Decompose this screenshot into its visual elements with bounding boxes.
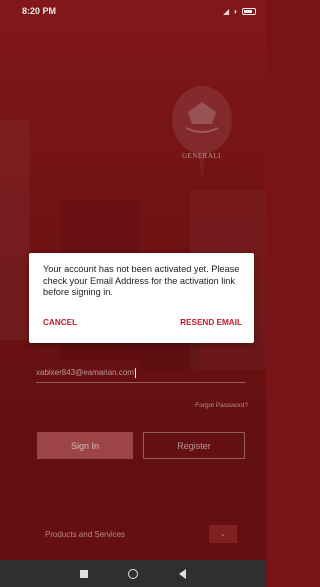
cancel-button[interactable]: CANCEL <box>43 318 77 327</box>
back-icon[interactable] <box>178 568 186 579</box>
dialog-message: Your account has not been activated yet.… <box>43 264 240 297</box>
activation-dialog: Your account has not been activated yet.… <box>29 253 254 343</box>
recents-icon[interactable] <box>80 569 89 578</box>
app-screen: 8:20 PM ◢ ◗ GENERALI xabixer843@eamarian… <box>0 0 266 560</box>
system-nav-bar <box>0 560 266 587</box>
home-icon[interactable] <box>128 568 139 579</box>
resend-email-button[interactable]: RESEND EMAIL <box>180 318 242 327</box>
